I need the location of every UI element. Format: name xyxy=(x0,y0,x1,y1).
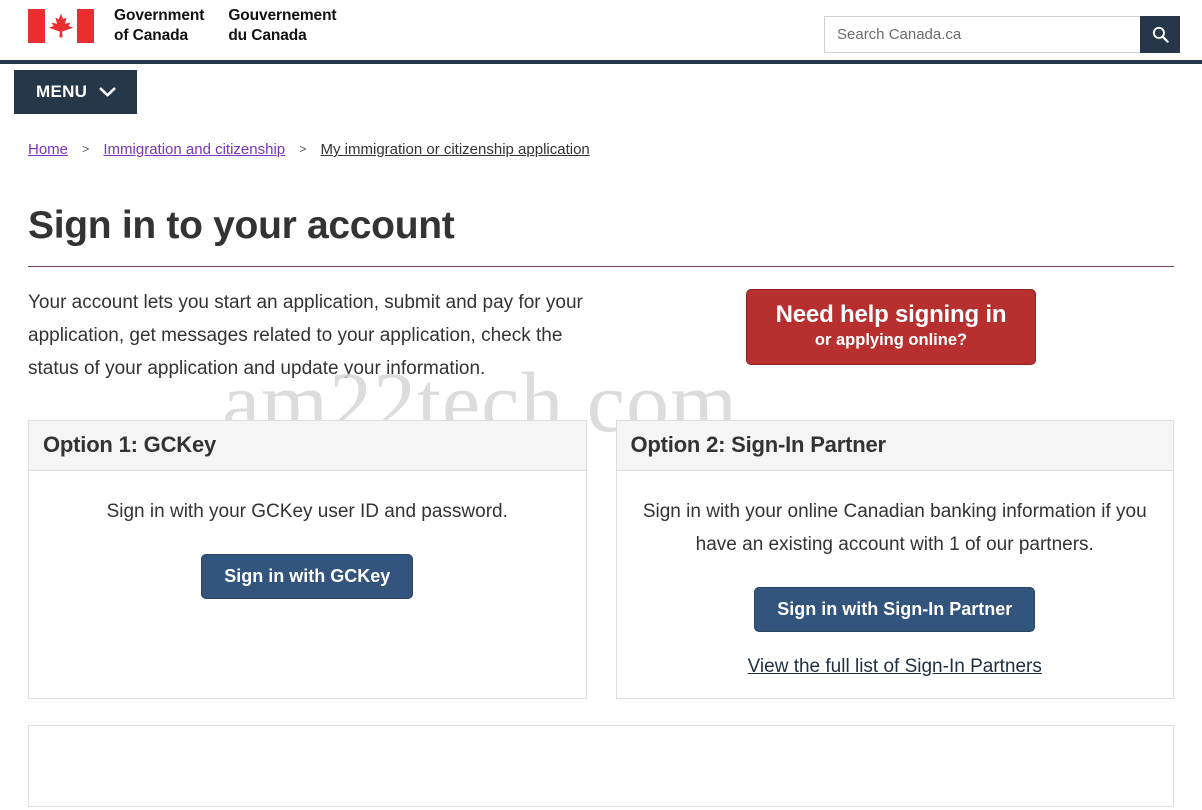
wordmark-english-line1: Government xyxy=(114,7,205,24)
maple-leaf-icon xyxy=(48,13,74,39)
wordmark-french: Gouvernement du Canada xyxy=(228,6,336,46)
help-button-line2: or applying online? xyxy=(814,330,968,349)
wordmark-french-line1: Gouvernement xyxy=(228,7,337,24)
intro-section: Your account lets you start an applicati… xyxy=(28,286,1174,396)
site-header: Government of Canada Gouvernement du Can… xyxy=(0,0,1202,60)
option-1-gckey-panel: Option 1: GCKey Sign in with your GCKey … xyxy=(28,419,587,699)
flag-left-bar xyxy=(28,8,45,43)
canada-flag-icon xyxy=(28,8,94,43)
breadcrumb: Home > Immigration and citizenship > My … xyxy=(28,142,1174,157)
breadcrumb-separator: > xyxy=(299,142,307,156)
title-divider xyxy=(28,265,1174,267)
option-2-sign-in-partner-panel: Option 2: Sign-In Partner Sign in with y… xyxy=(615,419,1174,699)
breadcrumb-item-immigration-and-citizenship[interactable]: Immigration and citizenship xyxy=(103,141,285,158)
breadcrumb-item-my-application[interactable]: My immigration or citizenship applicatio… xyxy=(321,141,590,158)
government-of-canada-brand: Government of Canada Gouvernement du Can… xyxy=(28,6,337,46)
page-content: Home > Immigration and citizenship > My … xyxy=(0,142,1202,807)
option-2-body: Sign in with your online Canadian bankin… xyxy=(617,471,1174,698)
option-1-description: Sign in with your GCKey user ID and pass… xyxy=(106,500,508,522)
search-icon xyxy=(1152,26,1169,43)
main-navigation-bar: MENU xyxy=(0,60,1202,126)
wordmark-english-line2: of Canada xyxy=(114,26,189,44)
flag-right-bar xyxy=(77,8,94,43)
page-title: Sign in to your account xyxy=(28,204,455,247)
menu-button[interactable]: MENU xyxy=(14,70,137,114)
search-button[interactable] xyxy=(1140,16,1180,53)
sign-in-with-sign-in-partner-button[interactable]: Sign in with Sign-In Partner xyxy=(754,586,1036,632)
option-2-description: Sign in with your online Canadian bankin… xyxy=(642,500,1147,555)
wordmark-english: Government of Canada xyxy=(114,6,204,46)
option-1-heading: Option 1: GCKey xyxy=(29,420,586,471)
chevron-down-icon xyxy=(99,87,116,96)
view-full-list-of-sign-in-partners-link[interactable]: View the full list of Sign-In Partners xyxy=(637,656,1154,678)
intro-paragraph: Your account lets you start an applicati… xyxy=(28,291,583,379)
wordmark: Government of Canada Gouvernement du Can… xyxy=(114,6,337,46)
wordmark-french-line2: du Canada xyxy=(228,26,307,44)
option-3-panel xyxy=(28,724,1174,807)
site-search xyxy=(824,16,1180,53)
menu-button-label: MENU xyxy=(36,82,88,101)
need-help-signing-in-button[interactable]: Need help signing in or applying online? xyxy=(746,288,1036,365)
option-1-body: Sign in with your GCKey user ID and pass… xyxy=(29,471,586,686)
search-input[interactable] xyxy=(824,16,1140,53)
signin-options: Option 1: GCKey Sign in with your GCKey … xyxy=(28,419,1174,699)
help-button-line1: Need help signing in xyxy=(775,300,1007,328)
sign-in-with-gckey-button[interactable]: Sign in with GCKey xyxy=(201,553,414,599)
breadcrumb-separator: > xyxy=(82,142,90,156)
breadcrumb-item-home[interactable]: Home xyxy=(28,141,68,158)
option-2-heading: Option 2: Sign-In Partner xyxy=(616,420,1173,471)
